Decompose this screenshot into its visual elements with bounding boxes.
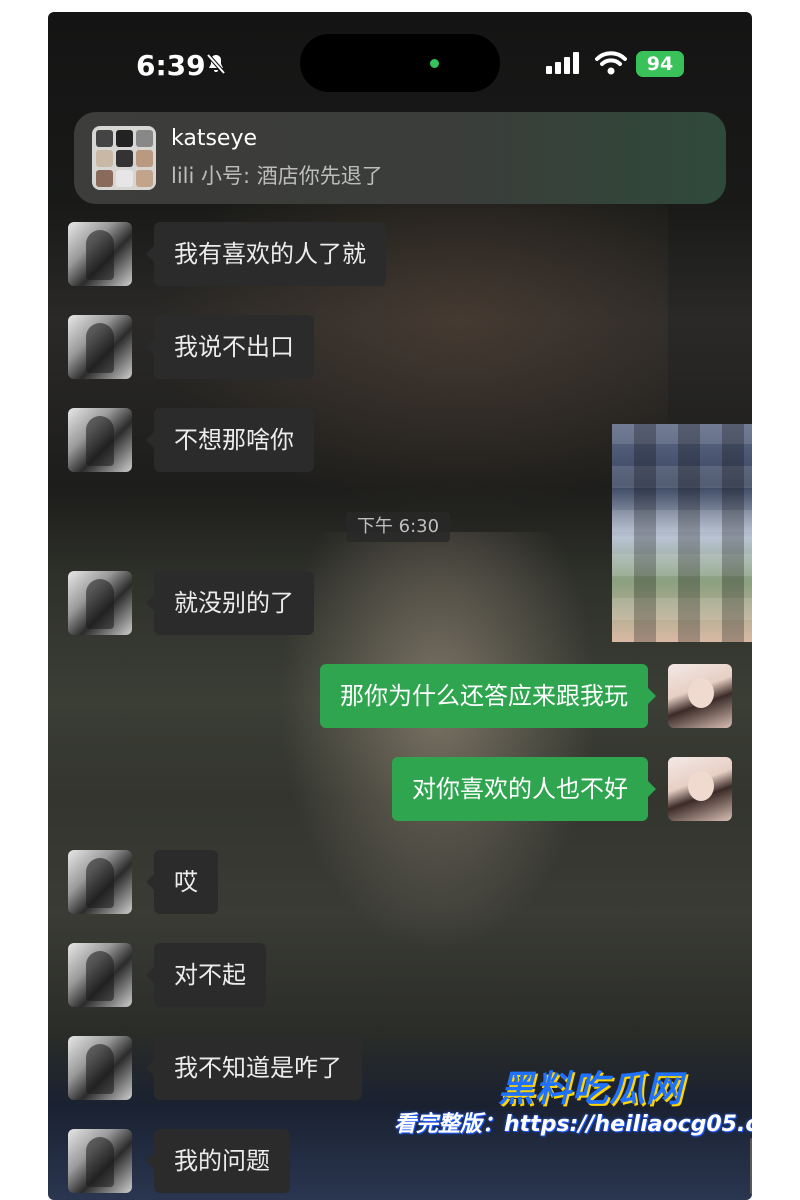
contact-avatar[interactable] (68, 850, 132, 914)
message-timestamp: 下午 6:30 (346, 512, 450, 542)
signal-icon (546, 52, 582, 80)
battery-icon: 94 (636, 51, 684, 77)
message-bubble-incoming[interactable]: 我不知道是咋了 (146, 1036, 362, 1100)
message-bubble-incoming[interactable]: 我的问题 (146, 1129, 290, 1193)
watermark-url: 看完整版：https://heiliaocg05.com (394, 1112, 752, 1137)
group-avatar (92, 126, 156, 190)
contact-avatar[interactable] (68, 315, 132, 379)
contact-avatar[interactable] (68, 571, 132, 635)
contact-avatar[interactable] (68, 408, 132, 472)
contact-avatar[interactable] (68, 943, 132, 1007)
bell-slash-icon (204, 52, 228, 80)
message-bubble-incoming[interactable]: 不想那啥你 (146, 408, 314, 472)
scrollbar[interactable] (750, 1138, 752, 1194)
pixelated-region (612, 424, 752, 642)
contact-avatar[interactable] (68, 1036, 132, 1100)
chat-screen: 6:39 94 katseye lili 小号: 酒店你先退了 我有喜欢的人了就… (48, 12, 752, 1200)
my-avatar[interactable] (668, 664, 732, 728)
message-bubble-outgoing[interactable]: 那你为什么还答应来跟我玩 (320, 664, 656, 728)
dynamic-island (300, 34, 500, 92)
camera-indicator (430, 59, 439, 68)
notification-message: lili 小号: 酒店你先退了 (171, 164, 383, 188)
wifi-icon (595, 50, 627, 80)
message-bubble-incoming[interactable]: 我说不出口 (146, 315, 314, 379)
my-avatar[interactable] (668, 757, 732, 821)
message-bubble-incoming[interactable]: 就没别的了 (146, 571, 314, 635)
notification-title: katseye (171, 126, 258, 151)
contact-avatar[interactable] (68, 1129, 132, 1193)
contact-avatar[interactable] (68, 222, 132, 286)
message-bubble-incoming[interactable]: 我有喜欢的人了就 (146, 222, 386, 286)
background-photo-face (278, 532, 598, 952)
watermark-brand: 黑料吃瓜网 (498, 1069, 684, 1110)
message-bubble-incoming[interactable]: 对不起 (146, 943, 266, 1007)
message-bubble-outgoing[interactable]: 对你喜欢的人也不好 (392, 757, 656, 821)
status-time: 6:39 (136, 49, 206, 82)
notification-banner[interactable]: katseye lili 小号: 酒店你先退了 (74, 112, 726, 204)
message-bubble-incoming[interactable]: 哎 (146, 850, 218, 914)
